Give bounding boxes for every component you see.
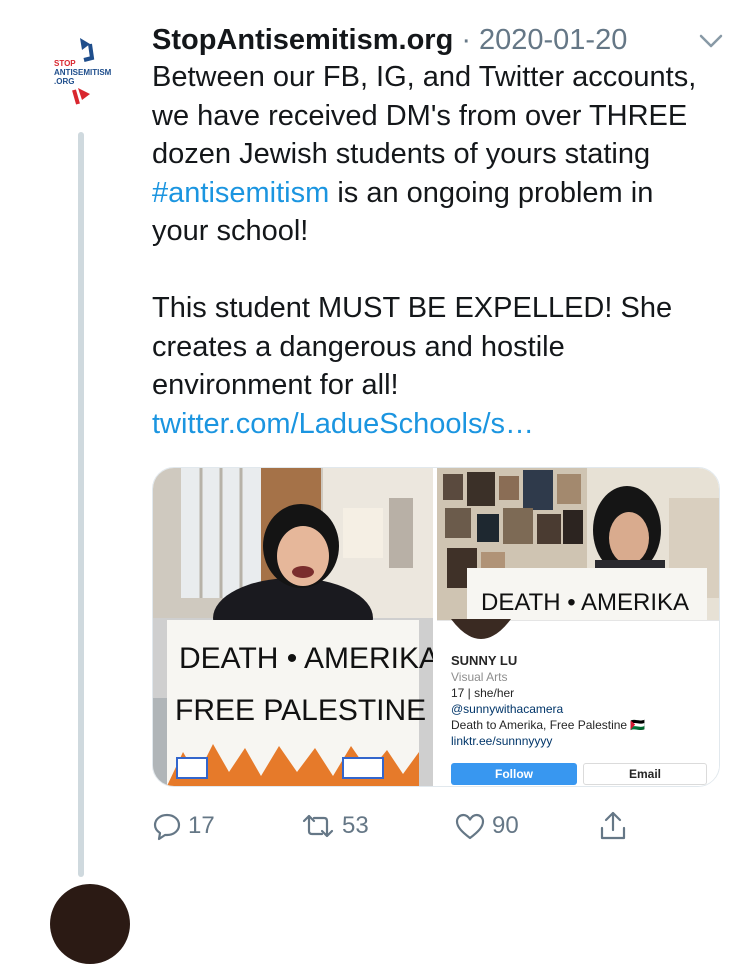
chevron-down-icon[interactable] (696, 26, 726, 56)
like-count: 90 (492, 812, 519, 839)
instagram-bio-line2: @sunnywithacamera (451, 702, 564, 716)
instagram-bio-line3: Death to Amerika, Free Palestine 🇵🇸 (451, 718, 646, 732)
hashtag-link[interactable]: #antisemitism (152, 177, 329, 209)
reply-icon (152, 811, 182, 841)
instagram-name: SUNNY LU (451, 653, 518, 668)
tweet-paragraph-2: This student MUST BE EXPELLED! She creat… (152, 289, 712, 443)
stopantisemitism-logo: STOP ANTISEMITISM .ORG (54, 38, 112, 105)
tweet-text-part1: Between our FB, IG, and Twitter accounts… (152, 61, 697, 170)
instagram-profile-panel: SUNNY LU Visual Arts 17 | she/her @sunny… (437, 619, 719, 786)
author-name[interactable]: StopAntisemitism.org (152, 24, 453, 57)
header-separator: · (461, 23, 471, 56)
right-sign-text: DEATH • AMERIKA (481, 589, 689, 616)
reply-button[interactable]: 17 (152, 806, 215, 846)
author-avatar[interactable]: STOP ANTISEMITISM .ORG (44, 30, 124, 110)
tweet-header: StopAntisemitism.org · 2020-01-20 (152, 20, 730, 60)
next-tweet-avatar[interactable] (50, 884, 130, 964)
retweet-icon (300, 811, 336, 841)
instagram-follow-button: Follow (451, 763, 577, 785)
reply-count: 17 (188, 812, 215, 839)
tweet-paragraph-1: Between our FB, IG, and Twitter accounts… (152, 58, 712, 251)
logo-line2: ANTISEMITISM (54, 68, 112, 77)
tweet-date[interactable]: 2020-01-20 (479, 24, 627, 57)
share-icon (598, 810, 628, 842)
profile-photo-icon (451, 619, 511, 639)
share-button[interactable] (598, 806, 628, 846)
tweet-text-para2: This student MUST BE EXPELLED! She creat… (152, 292, 673, 401)
tweet-media[interactable]: DEATH • AMERIKA FREE PALESTINE DEATH • A… (152, 467, 720, 787)
left-sign-line2: FREE PALESTINE (175, 694, 426, 727)
like-button[interactable]: 90 (454, 806, 519, 846)
retweet-count: 53 (342, 812, 369, 839)
left-sign-line1: DEATH • AMERIKA (179, 642, 433, 675)
logo-line3: .ORG (54, 77, 74, 86)
instagram-bio-line1: 17 | she/her (451, 686, 515, 700)
retweet-button[interactable]: 53 (300, 806, 369, 846)
instagram-bio-link: linktr.ee/sunnnyyyy (451, 734, 553, 748)
photo-left[interactable]: DEATH • AMERIKA FREE PALESTINE (153, 468, 433, 786)
tweet-actions: 17 53 90 (152, 806, 652, 846)
heart-icon (454, 811, 486, 841)
logo-line1: STOP (54, 59, 76, 68)
tweet-text: Between our FB, IG, and Twitter accounts… (152, 58, 712, 443)
thread-line (78, 132, 84, 877)
instagram-category: Visual Arts (451, 670, 508, 684)
tweet-url-link[interactable]: twitter.com/LadueSchools/s… (152, 408, 534, 440)
instagram-email-button: Email (583, 763, 707, 785)
photo-right[interactable]: DEATH • AMERIKA SUNNY LU Visual Arts 17 … (437, 468, 719, 786)
